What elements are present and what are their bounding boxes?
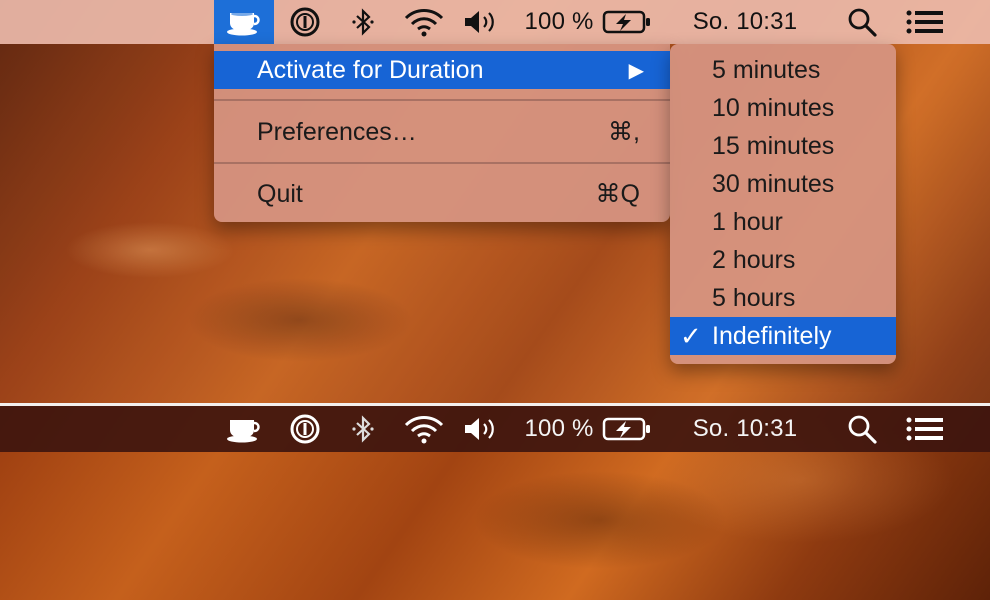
checkmark-icon: ✓	[680, 320, 702, 351]
menubar-light: 100 % So. 10:31	[0, 0, 990, 44]
clock-menu-extra[interactable]: So. 10:31	[680, 0, 810, 44]
preferences-item[interactable]: Preferences… ⌘,	[214, 113, 670, 151]
menu-separator	[214, 162, 670, 164]
spotlight-search-icon	[848, 8, 877, 37]
bluetooth-menu-extra[interactable]	[345, 0, 381, 44]
notification-center-icon	[906, 417, 943, 441]
duration-label: 10 minutes	[712, 93, 835, 122]
volume-menu-extra[interactable]	[460, 406, 500, 452]
notification-center-menu-extra[interactable]	[902, 406, 948, 452]
clock-text: So. 10:31	[692, 415, 798, 442]
quit-item[interactable]: Quit ⌘Q	[214, 175, 670, 213]
coffee-cup-icon	[227, 420, 260, 443]
password-manager-menu-extra[interactable]	[285, 406, 325, 452]
bluetooth-icon	[352, 8, 374, 36]
bluetooth-icon	[352, 415, 374, 443]
activate-for-duration-item[interactable]: Activate for Duration ▶	[214, 51, 670, 89]
notification-center-icon	[906, 10, 943, 34]
battery-percent-text: 100 %	[524, 8, 594, 35]
duration-label: 30 minutes	[712, 169, 835, 198]
password-manager-icon	[290, 7, 320, 37]
duration-label: 5 hours	[712, 283, 796, 312]
submenu-arrow-icon: ▶	[628, 59, 644, 82]
duration-item[interactable]: 5 minutes	[670, 51, 896, 89]
coffee-cup-icon	[227, 12, 260, 36]
duration-label: 2 hours	[712, 245, 796, 274]
coffee-cup-menu-extra[interactable]	[222, 406, 266, 452]
battery-menu-extra[interactable]	[600, 406, 654, 452]
wifi-menu-extra[interactable]	[400, 0, 448, 44]
duration-item-selected[interactable]: ✓ Indefinitely	[670, 317, 896, 355]
quit-shortcut: ⌘Q	[595, 180, 640, 208]
duration-label: Indefinitely	[712, 321, 832, 350]
duration-label: 15 minutes	[712, 131, 835, 160]
coffee-cup-menu-extra[interactable]	[214, 0, 274, 44]
battery-percentage: 100 %	[522, 406, 596, 452]
spotlight-menu-extra[interactable]	[840, 406, 884, 452]
coffee-cup-dropdown-menu: Activate for Duration ▶ Preferences… ⌘, …	[214, 44, 670, 222]
quit-label: Quit	[257, 179, 303, 208]
duration-label: 5 minutes	[712, 55, 821, 84]
clock-text: So. 10:31	[692, 8, 798, 35]
duration-submenu: 5 minutes 10 minutes 15 minutes 30 minut…	[670, 44, 896, 364]
preferences-label: Preferences…	[257, 117, 417, 146]
clock-menu-extra[interactable]: So. 10:31	[680, 406, 810, 452]
preferences-shortcut: ⌘,	[608, 118, 640, 146]
wifi-menu-extra[interactable]	[400, 406, 448, 452]
battery-percentage: 100 %	[522, 0, 596, 44]
password-manager-icon	[290, 414, 320, 444]
notification-center-menu-extra[interactable]	[902, 0, 948, 44]
wifi-icon	[404, 9, 444, 37]
wifi-icon	[404, 416, 444, 444]
duration-item[interactable]: 1 hour	[670, 203, 896, 241]
password-manager-menu-extra[interactable]	[285, 0, 325, 44]
battery-charging-icon	[602, 417, 650, 441]
spotlight-menu-extra[interactable]	[840, 0, 884, 44]
battery-charging-icon	[602, 10, 650, 34]
activate-for-duration-label: Activate for Duration	[257, 55, 484, 84]
spotlight-search-icon	[848, 415, 877, 444]
volume-icon	[465, 11, 494, 33]
duration-item[interactable]: 10 minutes	[670, 89, 896, 127]
duration-item[interactable]: 5 hours	[670, 279, 896, 317]
battery-percent-text: 100 %	[524, 415, 594, 442]
duration-label: 1 hour	[712, 207, 783, 236]
duration-item[interactable]: 30 minutes	[670, 165, 896, 203]
battery-menu-extra[interactable]	[600, 0, 654, 44]
duration-item[interactable]: 15 minutes	[670, 127, 896, 165]
volume-icon	[465, 418, 494, 440]
bluetooth-menu-extra[interactable]	[345, 406, 381, 452]
duration-item[interactable]: 2 hours	[670, 241, 896, 279]
volume-menu-extra[interactable]	[460, 0, 500, 44]
menubar-dark: 100 % So. 10:31	[0, 406, 990, 452]
menu-separator	[214, 99, 670, 101]
